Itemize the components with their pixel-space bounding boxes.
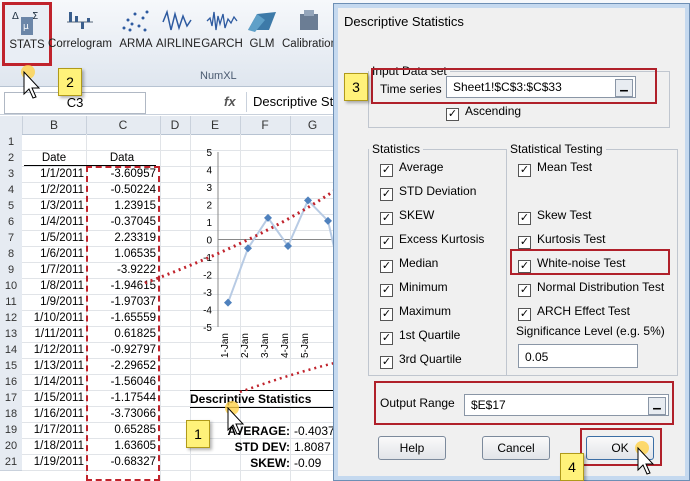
significance-input[interactable]: 0.05 xyxy=(518,344,638,368)
checkmark-icon: ✓ xyxy=(380,260,393,273)
statistic-checkbox[interactable]: ✓ Excess Kurtosis xyxy=(380,232,484,249)
highlight-time-series xyxy=(371,68,657,104)
mouse-cursor-icon xyxy=(635,441,655,475)
testing-legend: Statistical Testing xyxy=(510,142,603,156)
statistic-checkbox[interactable]: ✓ 1st Quartile xyxy=(380,328,460,345)
test-checkbox[interactable]: ✓ Skew Test xyxy=(518,208,591,225)
statistics-legend: Statistics xyxy=(372,142,421,156)
checkmark-icon: ✓ xyxy=(518,236,531,249)
checkmark-icon: ✓ xyxy=(518,284,531,297)
statistic-label: Excess Kurtosis xyxy=(399,232,485,246)
test-checkbox[interactable]: ✓ Kurtosis Test xyxy=(518,232,605,249)
statistic-label: Average xyxy=(399,160,444,174)
checkmark-icon: ✓ xyxy=(380,188,393,201)
help-button[interactable]: Help xyxy=(378,436,446,460)
statistic-label: STD Deviation xyxy=(399,184,477,198)
callout-4: 4 xyxy=(560,453,584,481)
statistic-label: Maximum xyxy=(399,304,452,318)
cancel-button[interactable]: Cancel xyxy=(482,436,550,460)
checkmark-icon: ✓ xyxy=(518,212,531,225)
test-checkbox[interactable]: ✓ Normal Distribution Test xyxy=(518,280,664,297)
callout-3: 3 xyxy=(344,73,368,101)
highlight-white-noise xyxy=(510,249,670,275)
statistic-checkbox[interactable]: ✓ Minimum xyxy=(380,280,448,297)
significance-label: Significance Level (e.g. 5%) xyxy=(516,324,665,338)
checkmark-icon: ✓ xyxy=(380,284,393,297)
test-label: ARCH Effect Test xyxy=(537,304,630,318)
checkmark-icon: ✓ xyxy=(380,332,393,345)
checkmark-icon: ✓ xyxy=(518,164,531,177)
test-label: Normal Distribution Test xyxy=(537,280,665,294)
test-checkbox[interactable]: ✓ Mean Test xyxy=(518,160,592,177)
checkmark-icon: ✓ xyxy=(518,308,531,321)
checkmark-icon: ✓ xyxy=(380,308,393,321)
statistic-label: 3rd Quartile xyxy=(399,352,462,366)
descriptive-statistics-dialog: Descriptive Statistics Input Data set Ti… xyxy=(333,3,690,481)
test-checkbox[interactable]: ✓ ARCH Effect Test xyxy=(518,304,630,321)
ascending-checkbox[interactable]: ✓ Ascending xyxy=(446,104,521,121)
callout-1: 1 xyxy=(186,420,210,448)
statistic-label: Minimum xyxy=(399,280,448,294)
ascending-label: Ascending xyxy=(465,104,522,118)
checkmark-icon: ✓ xyxy=(380,212,393,225)
statistic-checkbox[interactable]: ✓ Maximum xyxy=(380,304,451,321)
statistic-checkbox[interactable]: ✓ 3rd Quartile xyxy=(380,352,462,369)
test-label: Skew Test xyxy=(537,208,592,222)
mouse-cursor-icon xyxy=(21,65,41,99)
statistic-checkbox[interactable]: ✓ STD Deviation xyxy=(380,184,476,201)
mouse-cursor-icon xyxy=(225,401,245,435)
highlight-output-range xyxy=(374,381,674,425)
statistic-label: SKEW xyxy=(399,208,435,222)
statistic-checkbox[interactable]: ✓ SKEW xyxy=(380,208,434,225)
dialog-title: Descriptive Statistics xyxy=(344,14,464,29)
statistic-label: Median xyxy=(399,256,439,270)
checkmark-icon: ✓ xyxy=(380,356,393,369)
statistic-checkbox[interactable]: ✓ Average xyxy=(380,160,443,177)
checkmark-icon: ✓ xyxy=(380,236,393,249)
significance-value: 0.05 xyxy=(525,350,549,364)
test-label: Kurtosis Test xyxy=(537,232,606,246)
statistic-label: 1st Quartile xyxy=(399,328,461,342)
checkmark-icon: ✓ xyxy=(446,108,459,121)
statistic-checkbox[interactable]: ✓ Median xyxy=(380,256,438,273)
callout-2: 2 xyxy=(58,68,82,96)
checkmark-icon: ✓ xyxy=(380,164,393,177)
test-label: Mean Test xyxy=(537,160,593,174)
